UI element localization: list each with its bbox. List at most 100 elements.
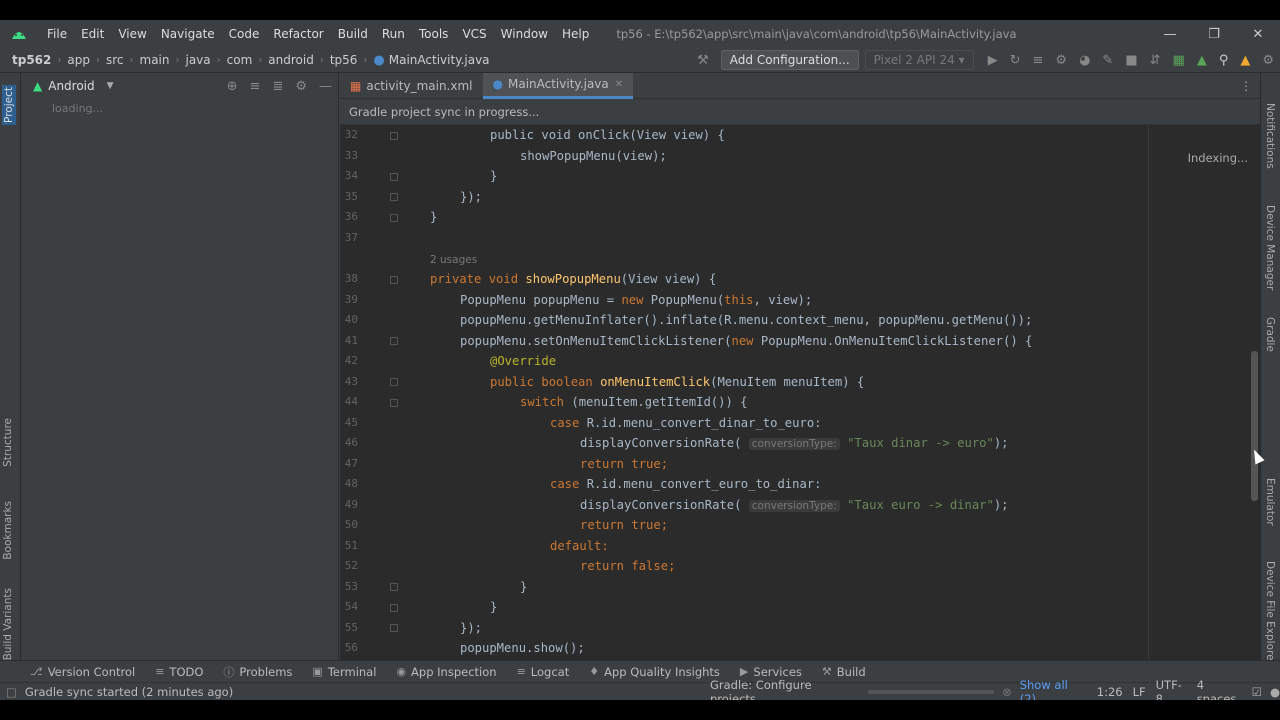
breadcrumb-file[interactable]: MainActivity.java	[389, 53, 490, 67]
close-tab-icon[interactable]: ✕	[615, 79, 623, 90]
menu-build[interactable]: Build	[331, 27, 375, 41]
device-manager-icon[interactable]: ▦	[1173, 53, 1185, 68]
terminal-tab[interactable]: ▣ Terminal	[312, 665, 376, 679]
attach-debugger-icon[interactable]: ✎	[1102, 53, 1113, 68]
menu-file[interactable]: File	[40, 27, 74, 41]
menu-edit[interactable]: Edit	[74, 27, 111, 41]
fold-marker-icon[interactable]	[390, 193, 398, 201]
breadcrumb-separator-icon: ›	[319, 54, 324, 66]
tab-activity-main-xml[interactable]: ▦ activity_main.xml	[340, 73, 483, 99]
device-selector[interactable]: Pixel 2 API 24 ▾	[864, 50, 974, 70]
device-manager-tool-tab[interactable]: Device Manager	[1264, 205, 1276, 290]
fold-marker-icon[interactable]	[390, 378, 398, 386]
status-message[interactable]: Gradle sync started (2 minutes ago)	[25, 685, 233, 699]
breadcrumb-src[interactable]: src	[106, 53, 124, 67]
app-inspection-tab[interactable]: ◉ App Inspection	[396, 665, 496, 679]
collapse-all-icon[interactable]: ≣	[272, 79, 283, 94]
menu-refactor[interactable]: Refactor	[266, 27, 330, 41]
rerun-icon[interactable]: ↻	[1010, 53, 1021, 68]
fold-marker-icon[interactable]	[390, 214, 398, 222]
sdk-manager-icon[interactable]: ▲	[1197, 53, 1207, 68]
menu-window[interactable]: Window	[494, 27, 555, 41]
structure-tool-tab[interactable]: Structure	[2, 418, 14, 467]
build-tab[interactable]: ⚒ Build	[822, 665, 866, 679]
more-tabs-icon[interactable]: ⋮	[1240, 79, 1252, 93]
memory-indicator-icon[interactable]: ●	[1270, 685, 1280, 699]
menu-help[interactable]: Help	[555, 27, 596, 41]
menu-run[interactable]: Run	[375, 27, 412, 41]
breadcrumb-project[interactable]: tp562	[12, 53, 51, 67]
menu-tools[interactable]: Tools	[412, 27, 456, 41]
hammer-icon[interactable]: ⚒	[697, 53, 709, 68]
expand-all-icon[interactable]: ≡	[250, 79, 261, 94]
cancel-task-icon[interactable]: ⊗	[1002, 685, 1012, 699]
fold-marker-icon[interactable]	[390, 337, 398, 345]
fold-marker-icon[interactable]	[390, 173, 398, 181]
usages-hint[interactable]: 2 usages	[430, 254, 477, 266]
breadcrumb-main[interactable]: main	[140, 53, 170, 67]
minimize-icon[interactable]: —	[1148, 27, 1192, 42]
line-number: 44	[344, 395, 358, 408]
code-line: 2 usages	[430, 252, 477, 266]
locate-icon[interactable]: ⊕	[227, 79, 238, 94]
chevron-down-icon[interactable]: ▼	[107, 81, 114, 91]
indent-setting[interactable]: 4 spaces	[1197, 678, 1244, 700]
fold-marker-icon[interactable]	[390, 276, 398, 284]
fold-marker-icon[interactable]	[390, 624, 398, 632]
show-all-tasks-link[interactable]: Show all (2)	[1020, 678, 1083, 700]
sync-gradle-icon[interactable]: ⇵	[1150, 53, 1161, 68]
menu-code[interactable]: Code	[222, 27, 267, 41]
profile-icon[interactable]: ◕	[1079, 53, 1090, 68]
gradle-tool-tab[interactable]: Gradle	[1264, 317, 1276, 352]
run-icon[interactable]: ▶	[988, 53, 998, 68]
fold-marker-icon[interactable]	[390, 132, 398, 140]
breadcrumb-tp56[interactable]: tp56	[330, 53, 358, 67]
debug-icon[interactable]: ⚙	[1055, 53, 1067, 68]
menu-navigate[interactable]: Navigate	[154, 27, 222, 41]
line-separator[interactable]: LF	[1133, 685, 1146, 699]
status-toggle-icon[interactable]: □	[6, 685, 17, 699]
project-tool-tab[interactable]: Project	[2, 85, 16, 125]
breadcrumb-com[interactable]: com	[227, 53, 253, 67]
device-file-explorer-tool-tab[interactable]: Device File Explorer	[1264, 561, 1276, 665]
breadcrumb-java[interactable]: java	[185, 53, 210, 67]
caret-position[interactable]: 1:26	[1097, 685, 1123, 699]
fold-marker-icon[interactable]	[390, 399, 398, 407]
update-icon[interactable]: ▲	[1240, 53, 1250, 68]
todo-tab[interactable]: ≡ TODO	[155, 665, 203, 679]
logcat-tab[interactable]: ≡ Logcat	[517, 665, 570, 679]
emulator-tool-tab[interactable]: Emulator	[1264, 478, 1276, 526]
settings-icon[interactable]: ⚙	[1262, 53, 1274, 68]
hide-panel-icon[interactable]: —	[319, 79, 332, 94]
apply-changes-icon[interactable]: ≡	[1033, 53, 1044, 68]
vertical-scrollbar[interactable]	[1251, 351, 1258, 501]
services-tab[interactable]: ▶ Services	[740, 665, 802, 679]
menu-vcs[interactable]: VCS	[455, 27, 493, 41]
lock-icon[interactable]: ☑	[1252, 685, 1262, 699]
breadcrumb-android[interactable]: android	[268, 53, 314, 67]
code-token: private void	[430, 272, 526, 286]
stop-icon[interactable]: ■	[1125, 53, 1137, 68]
tab-main-activity-java[interactable]: ● MainActivity.java ✕	[482, 72, 634, 99]
code-token: default	[550, 538, 602, 553]
notifications-tool-tab[interactable]: Notifications	[1264, 103, 1276, 169]
app-quality-insights-tab[interactable]: ♦ App Quality Insights	[589, 665, 720, 679]
version-control-tab[interactable]: ⎇ Version Control	[30, 665, 135, 679]
bookmarks-tool-tab[interactable]: Bookmarks	[2, 501, 14, 560]
close-icon[interactable]: ✕	[1236, 27, 1280, 42]
tool-label: Version Control	[47, 664, 136, 679]
problems-tab[interactable]: ⓘ Problems	[223, 664, 292, 680]
fold-marker-icon[interactable]	[390, 583, 398, 591]
build-variants-tool-tab[interactable]: Build Variants	[2, 588, 14, 660]
add-configuration-button[interactable]: Add Configuration...	[720, 50, 859, 70]
menu-view[interactable]: View	[111, 27, 153, 41]
project-view-selector[interactable]: Android	[48, 79, 94, 93]
restore-icon[interactable]: ❐	[1192, 27, 1236, 42]
code-area[interactable]: 32 33 34 35 36 37 38 39 40 41 42 43 44 4…	[340, 125, 1260, 675]
search-icon[interactable]: ⚲	[1219, 53, 1229, 68]
file-encoding[interactable]: UTF-8	[1156, 678, 1187, 700]
settings-icon[interactable]: ⚙	[295, 79, 307, 94]
fold-marker-icon[interactable]	[390, 604, 398, 612]
breadcrumb-app[interactable]: app	[67, 53, 90, 67]
background-task-label[interactable]: Gradle: Configure projects...	[710, 678, 860, 700]
